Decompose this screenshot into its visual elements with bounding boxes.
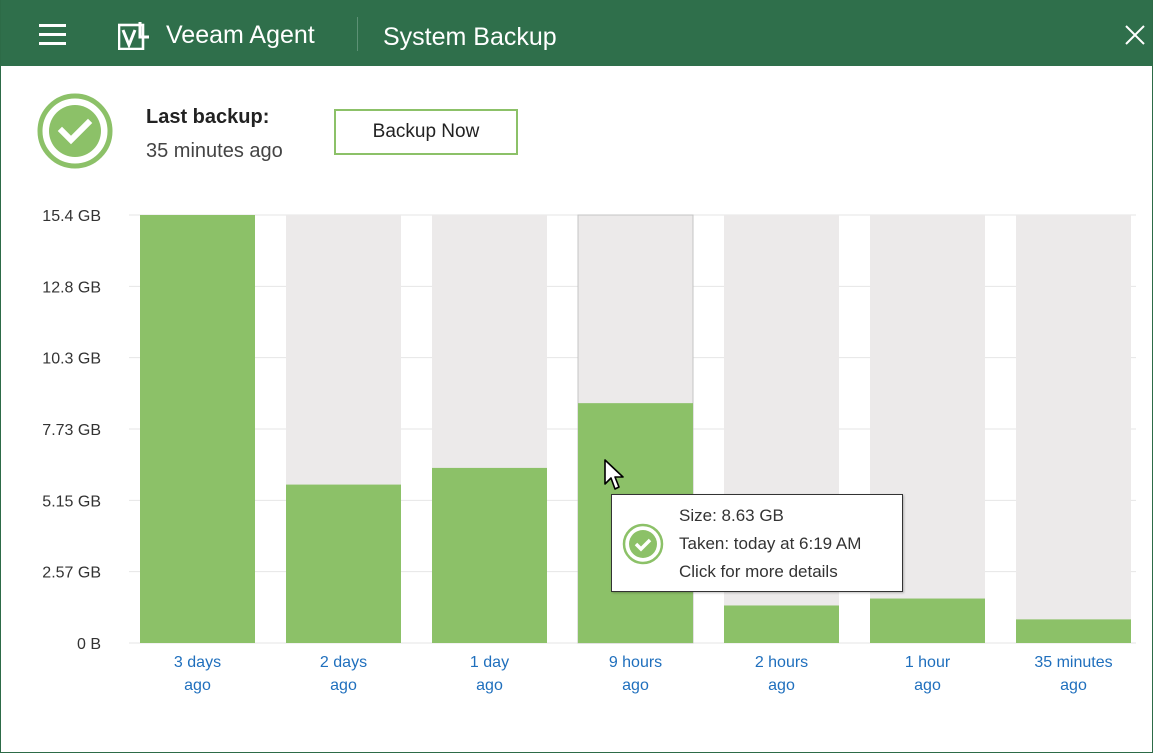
close-icon[interactable] — [1122, 22, 1148, 48]
hamburger-menu-icon[interactable] — [39, 24, 66, 45]
x-tick-label[interactable]: ago — [184, 677, 211, 694]
y-tick-label: 7.73 GB — [42, 422, 101, 439]
tooltip-taken: Taken: today at 6:19 AM — [679, 534, 862, 553]
y-tick-label: 2.57 GB — [42, 565, 101, 582]
y-tick-label: 15.4 GB — [42, 208, 101, 225]
x-tick-label[interactable]: 2 days — [320, 654, 367, 671]
backup-tooltip[interactable]: Size: 8.63 GB Taken: today at 6:19 AM Cl… — [611, 494, 903, 592]
last-backup-label: Last backup: — [146, 106, 270, 128]
x-tick-label[interactable]: ago — [622, 677, 649, 694]
veeam-logo-icon — [118, 22, 149, 50]
backup-bar[interactable] — [432, 467, 547, 643]
tooltip-details-link[interactable]: Click for more details — [679, 562, 838, 582]
x-tick-label[interactable]: ago — [330, 677, 357, 694]
y-tick-label: 12.8 GB — [42, 279, 101, 296]
y-tick-label: 5.15 GB — [42, 493, 101, 510]
x-tick-label[interactable]: 35 minutes — [1034, 654, 1112, 671]
y-tick-label: 0 B — [77, 636, 101, 653]
backup-now-button[interactable]: Backup Now — [334, 109, 518, 155]
app-name: Veeam Agent — [166, 21, 315, 49]
backup-bar[interactable] — [140, 215, 255, 643]
x-tick-label[interactable]: 3 days — [174, 654, 221, 671]
backup-bar[interactable] — [724, 605, 839, 643]
x-tick-label[interactable]: ago — [768, 677, 795, 694]
x-tick-label[interactable]: ago — [914, 677, 941, 694]
backup-bar[interactable] — [870, 598, 985, 643]
x-tick-label[interactable]: 9 hours — [609, 654, 662, 671]
page-title: System Backup — [383, 23, 557, 51]
x-tick-label[interactable]: 2 hours — [755, 654, 808, 671]
tooltip-size: Size: 8.63 GB — [679, 506, 784, 525]
title-divider — [357, 17, 358, 51]
y-tick-label: 10.3 GB — [42, 351, 101, 368]
success-check-icon — [37, 93, 113, 169]
veeam-agent-window: Veeam Agent System Backup Last backup: 3… — [0, 0, 1153, 753]
x-tick-label[interactable]: 1 hour — [905, 654, 951, 671]
x-tick-label[interactable]: ago — [1060, 677, 1087, 694]
x-tick-label[interactable]: 1 day — [470, 654, 509, 671]
last-backup-value: 35 minutes ago — [146, 140, 283, 162]
title-bar: Veeam Agent System Backup — [1, 0, 1152, 66]
backup-size-chart-svg: 15.4 GB 12.8 GB 10.3 GB 7.73 GB 5.15 GB 2.57 … — [42, 208, 1136, 694]
x-tick-label[interactable]: ago — [476, 677, 503, 694]
success-check-icon — [622, 523, 664, 565]
backup-size-chart: 15.4 GB 12.8 GB 10.3 GB 7.73 GB 5.15 GB 2.57 … — [1, 195, 1152, 705]
backup-bar[interactable] — [286, 484, 401, 643]
bar-track[interactable] — [1016, 215, 1131, 643]
backup-bar[interactable] — [1016, 619, 1131, 643]
